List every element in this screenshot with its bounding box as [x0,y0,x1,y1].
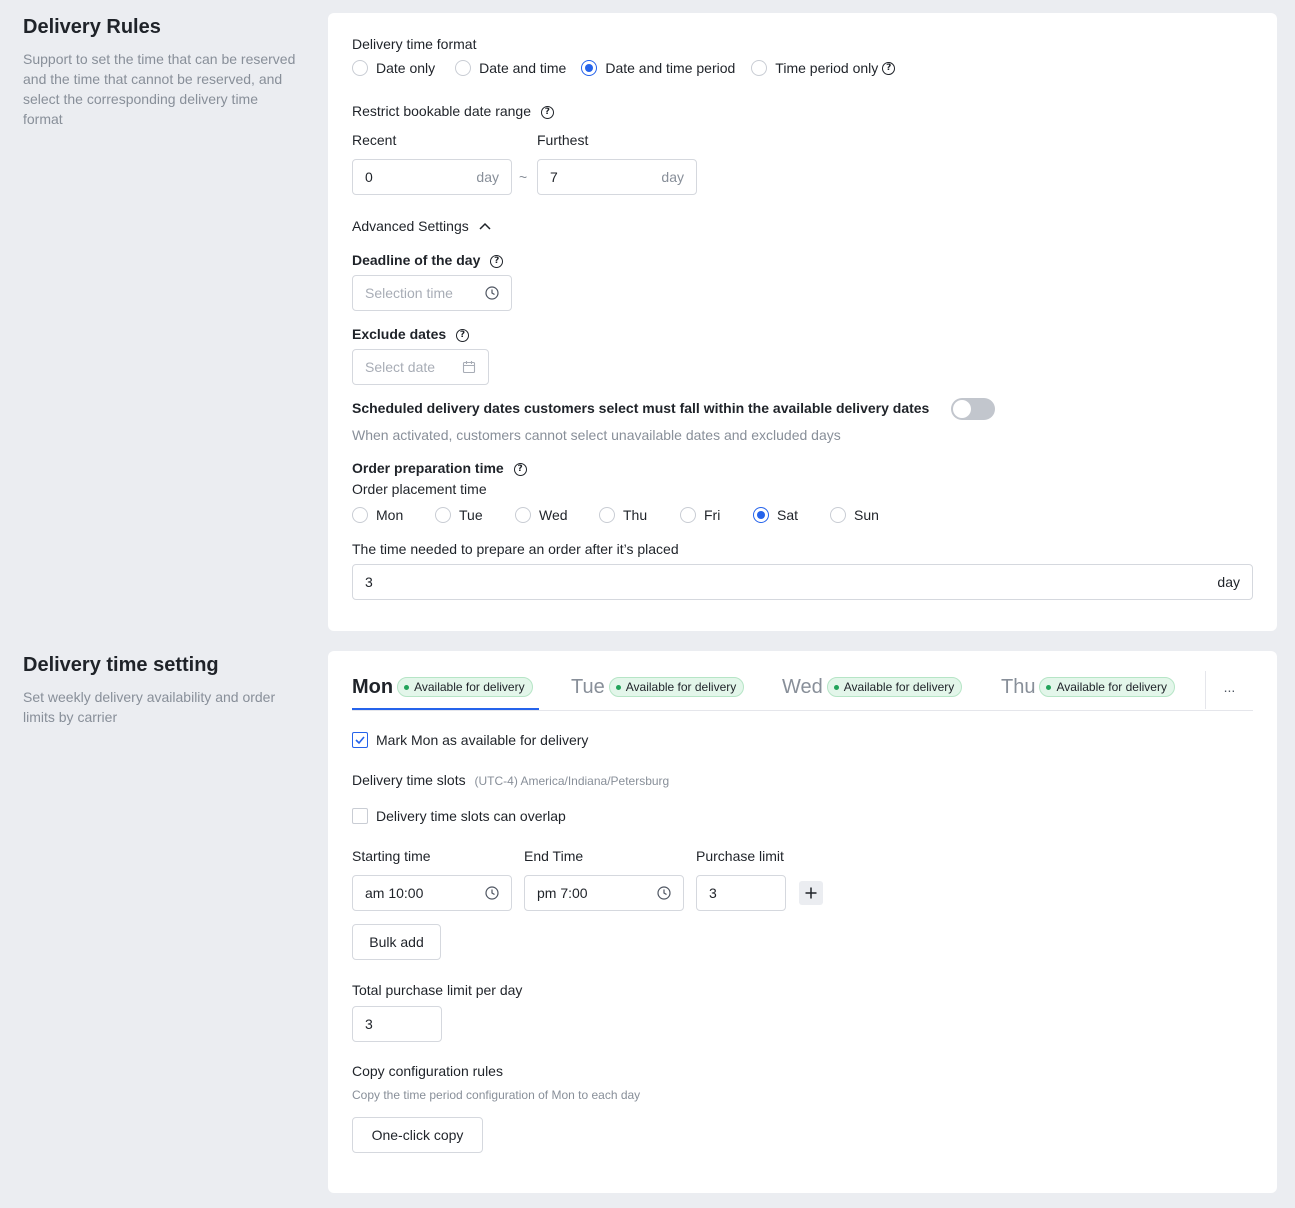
add-slot-button[interactable] [799,881,823,905]
radio-circle[interactable] [599,507,615,523]
help-icon[interactable]: ? [882,61,896,75]
copy-rules-title: Copy configuration rules [352,1063,503,1079]
end-time-label: End Time [524,848,584,864]
must-fall-toggle[interactable] [951,398,995,420]
help-icon[interactable]: ? [456,328,470,342]
mark-available-row[interactable]: Mark Mon as available for delivery [352,730,588,750]
clock-icon [657,886,671,900]
radio-day-mon[interactable]: Mon [352,507,403,523]
radio-circle-selected[interactable] [581,60,598,76]
overlap-row[interactable]: Delivery time slots can overlap [352,806,566,826]
available-badge: Available for delivery [608,677,745,697]
chevron-up-icon [479,222,491,230]
radio-date-and-time-period[interactable]: Date and time period [581,60,735,76]
radio-circle[interactable] [352,60,368,76]
one-click-copy-button[interactable]: One-click copy [352,1117,483,1153]
must-fall-hint: When activated, customers cannot select … [352,427,841,443]
date-range-label-row: Restrict bookable date range ? [352,101,554,121]
tab-thu[interactable]: Thu Available for delivery [1001,673,1175,701]
help-icon[interactable]: ? [540,105,554,119]
more-tabs-button[interactable]: ... [1206,677,1253,697]
tab-wed[interactable]: Wed Available for delivery [782,673,963,701]
must-fall-label: Scheduled delivery dates customers selec… [352,400,930,416]
total-limit-label: Total purchase limit per day [352,982,523,998]
prep-needed-input[interactable]: 3 day [352,564,1253,600]
clock-icon [485,286,499,300]
status-dot [615,684,621,690]
recent-days-input[interactable]: 0 day [352,159,512,195]
deadline-label-row: Deadline of the day ? [352,250,504,270]
tab-mon[interactable]: Mon Available for delivery [352,673,533,701]
delivery-rules-description: Support to set the time that can be rese… [23,51,296,127]
bulk-add-button[interactable]: Bulk add [352,924,441,960]
radio-circle-selected[interactable] [753,507,769,523]
furthest-days-input[interactable]: 7 day [537,159,697,195]
time-format-radio-group: Date only Date and time Date and time pe… [352,60,896,76]
radio-day-sun[interactable]: Sun [830,507,879,523]
radio-circle[interactable] [352,507,368,523]
tab-bar-border [352,710,1253,711]
purchase-limit-input[interactable]: 3 [696,875,786,911]
copy-rules-description: Copy the time period configuration of Mo… [352,1088,641,1102]
status-dot [1046,684,1052,690]
recent-label: Recent [352,132,397,148]
plus-icon [805,887,817,899]
placement-time-label: Order placement time [352,481,487,497]
delivery-rules-header: Delivery Rules Support to set the time t… [23,13,298,129]
timezone-text: (UTC-4) America/Indiana/Petersburg [474,774,670,788]
delivery-rules-title: Delivery Rules [23,16,161,38]
delivery-time-title: Delivery time setting [23,654,219,676]
start-time-label: Starting time [352,848,431,864]
radio-circle[interactable] [515,507,531,523]
radio-day-wed[interactable]: Wed [515,507,568,523]
furthest-label: Furthest [537,132,589,148]
help-icon[interactable]: ? [490,254,504,268]
time-format-label: Delivery time format [352,36,477,52]
delivery-time-header: Delivery time setting Set weekly deliver… [23,651,298,727]
prep-needed-label: The time needed to prepare an order afte… [352,541,679,557]
tab-tue[interactable]: Tue Available for delivery [571,673,745,701]
calendar-icon [462,361,476,374]
radio-day-tue[interactable]: Tue [435,507,483,523]
delivery-rules-card: Delivery time format Date only Date and … [328,13,1277,631]
radio-circle[interactable] [680,507,696,523]
exclude-dates-label-row: Exclude dates ? [352,324,470,344]
range-separator: ~ [519,169,528,185]
clock-icon [485,886,499,900]
status-dot [404,684,410,690]
radio-day-sat[interactable]: Sat [753,507,798,523]
end-time-input[interactable]: pm 7:00 [524,875,684,911]
exclude-dates-input[interactable]: Select date [352,349,489,385]
radio-date-only[interactable]: Date only [352,60,435,76]
radio-circle[interactable] [435,507,451,523]
prep-time-label-row: Order preparation time ? [352,458,527,478]
start-time-input[interactable]: am 10:00 [352,875,512,911]
delivery-time-description: Set weekly delivery availability and ord… [23,689,276,725]
overlap-checkbox[interactable] [352,808,368,824]
total-limit-input[interactable]: 3 [352,1006,442,1042]
radio-day-fri[interactable]: Fri [680,507,720,523]
available-badge: Available for delivery [397,677,533,697]
radio-circle[interactable] [751,60,768,76]
purchase-limit-label: Purchase limit [696,848,784,864]
time-slots-heading: Delivery time slots (UTC-4) America/Indi… [352,772,670,788]
mark-available-checkbox[interactable] [352,732,368,748]
radio-time-period-only[interactable]: Time period only ? [751,60,896,76]
delivery-time-card: Mon Available for delivery Tue Available… [328,651,1277,1193]
status-dot [833,684,839,690]
deadline-time-input[interactable]: Selection time [352,275,512,311]
radio-circle[interactable] [455,60,472,76]
radio-circle[interactable] [830,507,846,523]
help-icon[interactable]: ? [513,462,527,476]
available-badge: Available for delivery [1039,677,1175,697]
check-icon [355,736,365,745]
advanced-settings-toggle[interactable]: Advanced Settings [352,216,491,236]
available-badge: Available for delivery [826,677,963,697]
radio-date-and-time[interactable]: Date and time [455,60,566,76]
radio-day-thu[interactable]: Thu [599,507,647,523]
